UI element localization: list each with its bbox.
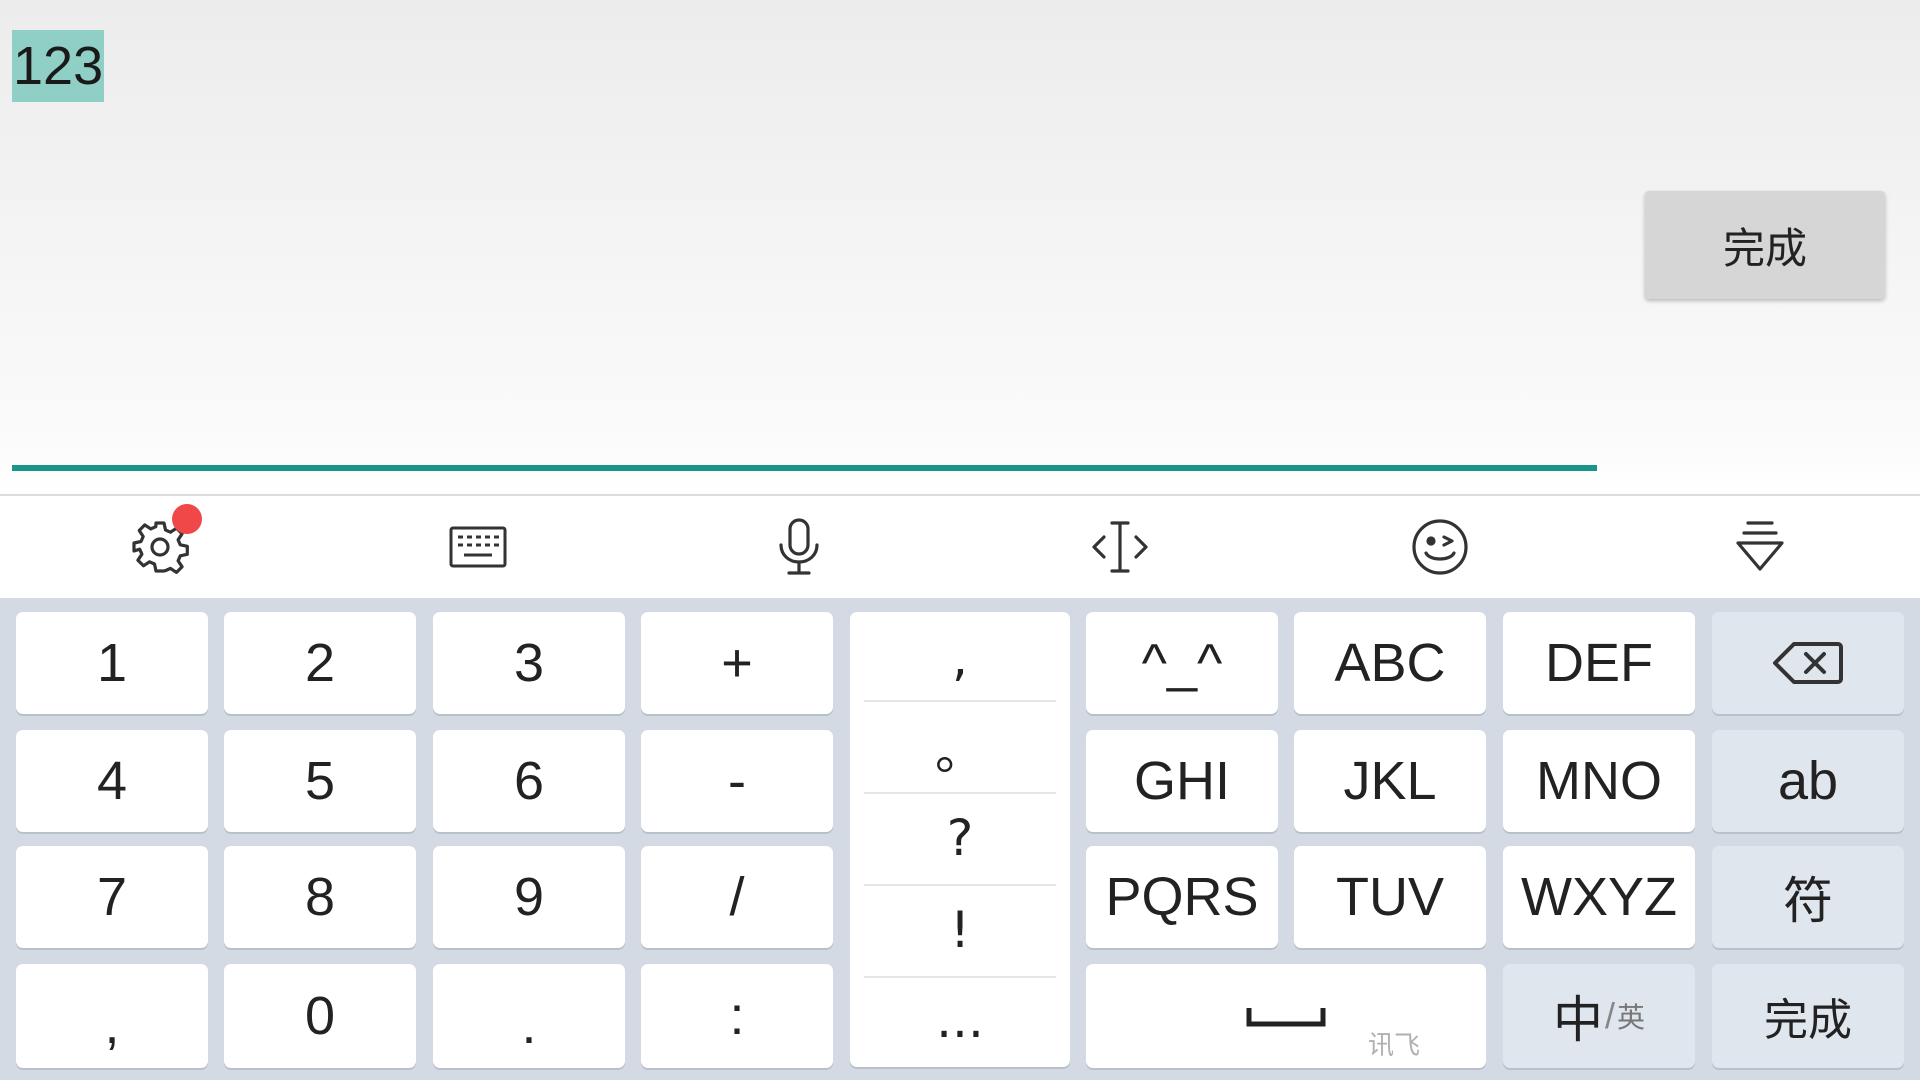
key-period[interactable]: . bbox=[433, 964, 625, 1068]
text-input-area[interactable]: 123 完成 bbox=[0, 0, 1920, 494]
punct-ellipsis[interactable]: ... bbox=[864, 974, 1056, 1066]
key-tuv[interactable]: TUV bbox=[1294, 846, 1486, 948]
key-pqrs[interactable]: PQRS bbox=[1086, 846, 1278, 948]
key-comma[interactable]: , bbox=[16, 964, 208, 1068]
abc-mode-key[interactable]: ab bbox=[1712, 730, 1904, 832]
keyboard-toolbar bbox=[0, 494, 1920, 598]
hide-keyboard-icon bbox=[1736, 521, 1784, 571]
key-slash[interactable]: / bbox=[641, 846, 833, 948]
key-1[interactable]: 1 bbox=[16, 612, 208, 714]
key-emoticon[interactable]: ^_^ bbox=[1086, 612, 1278, 714]
key-9[interactable]: 9 bbox=[433, 846, 625, 948]
microphone-icon bbox=[779, 518, 819, 575]
key-0[interactable]: 0 bbox=[224, 964, 416, 1068]
key-8[interactable]: 8 bbox=[224, 846, 416, 948]
selected-text: 123 bbox=[12, 30, 105, 102]
done-button[interactable]: 完成 bbox=[1645, 191, 1885, 299]
settings-button[interactable] bbox=[90, 496, 230, 598]
backspace-key[interactable] bbox=[1712, 612, 1904, 714]
hide-keyboard-button[interactable] bbox=[1690, 496, 1830, 598]
key-plus[interactable]: + bbox=[641, 612, 833, 714]
punct-question[interactable]: ? bbox=[864, 792, 1056, 884]
key-ghi[interactable]: GHI bbox=[1086, 730, 1278, 832]
key-5[interactable]: 5 bbox=[224, 730, 416, 832]
keyboard-icon bbox=[449, 526, 507, 568]
notification-dot bbox=[172, 504, 202, 534]
punct-exclamation[interactable]: ! bbox=[864, 884, 1056, 976]
punct-fullstop[interactable]: 。 bbox=[864, 702, 1056, 794]
cursor-move-button[interactable] bbox=[1050, 496, 1190, 598]
key-minus[interactable]: - bbox=[641, 730, 833, 832]
emoji-icon bbox=[1412, 519, 1468, 575]
lang-english-label: 英 bbox=[1617, 1002, 1646, 1033]
key-wxyz[interactable]: WXYZ bbox=[1503, 846, 1695, 948]
ime-brand-label: 讯飞 bbox=[1367, 1031, 1420, 1061]
key-colon[interactable]: : bbox=[641, 964, 833, 1068]
key-abc[interactable]: ABC bbox=[1294, 612, 1486, 714]
lang-separator: / bbox=[1604, 995, 1615, 1036]
key-4[interactable]: 4 bbox=[16, 730, 208, 832]
emoji-button[interactable] bbox=[1370, 496, 1510, 598]
language-toggle-key[interactable]: 中 / 英 bbox=[1503, 964, 1695, 1068]
keyboard-switch-button[interactable] bbox=[408, 496, 548, 598]
punctuation-list: , 。 ? ! ... bbox=[850, 612, 1070, 1067]
space-bar-icon bbox=[1246, 1008, 1326, 1027]
key-6[interactable]: 6 bbox=[433, 730, 625, 832]
key-def[interactable]: DEF bbox=[1503, 612, 1695, 714]
voice-input-button[interactable] bbox=[729, 496, 869, 598]
lang-chinese-label: 中 bbox=[1552, 991, 1603, 1049]
key-mno[interactable]: MNO bbox=[1503, 730, 1695, 832]
key-jkl[interactable]: JKL bbox=[1294, 730, 1486, 832]
backspace-icon bbox=[1773, 642, 1843, 684]
key-2[interactable]: 2 bbox=[224, 612, 416, 714]
cursor-move-icon bbox=[1092, 521, 1148, 573]
done-key[interactable]: 完成 bbox=[1712, 964, 1904, 1068]
punct-comma[interactable]: , bbox=[864, 612, 1056, 704]
space-key[interactable]: 讯飞 bbox=[1086, 964, 1486, 1068]
key-3[interactable]: 3 bbox=[433, 612, 625, 714]
symbols-key[interactable]: 符 bbox=[1712, 846, 1904, 948]
key-7[interactable]: 7 bbox=[16, 846, 208, 948]
input-underline bbox=[12, 465, 1597, 471]
